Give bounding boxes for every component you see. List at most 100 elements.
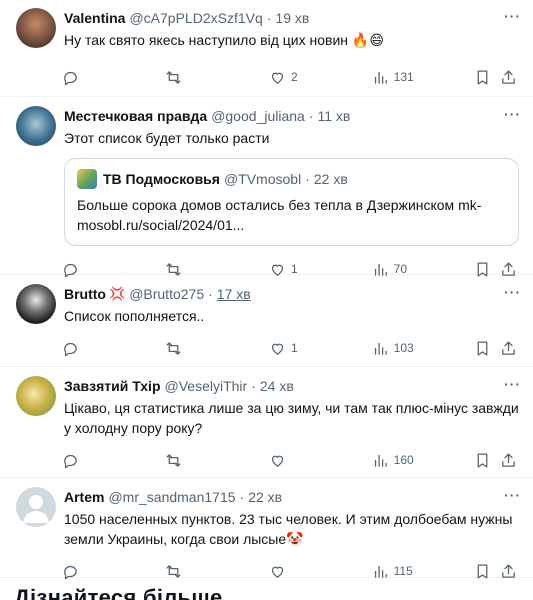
more-options-button[interactable]: ··· [504,487,521,503]
author-handle[interactable]: @good_juliana [211,108,305,124]
reply-post[interactable]: Artem @mr_sandman1715 · 22 хв 1050 насел… [0,478,533,580]
repost-button[interactable] [165,69,269,86]
repost-icon [166,341,181,355]
separator-dot: · [239,489,245,505]
like-button[interactable] [269,563,372,580]
bookmark-icon [477,452,488,468]
reply-post[interactable]: Местечковая правда @good_juliana · 11 хв… [0,97,533,277]
separator-dot: · [266,10,272,26]
repost-icon [166,453,181,467]
share-button[interactable] [500,69,519,86]
bookmark-button[interactable] [474,452,500,469]
view-count: 70 [393,262,407,276]
share-icon [502,340,516,355]
reply-post[interactable]: Valentina @cA7pPLD2xSzf1Vq · 19 хв Ну та… [0,0,533,97]
author-handle[interactable]: @cA7pPLD2xSzf1Vq [129,10,262,26]
reply-button[interactable] [62,563,165,580]
post-text: 1050 населенных пунктов. 23 тыс человек.… [64,511,513,547]
quoted-post[interactable]: ТВ Подмосковья @TVmosobl · 22 хв Больше … [64,158,519,246]
like-count: 1 [291,262,298,276]
more-options-button[interactable]: ··· [504,106,521,122]
like-button[interactable]: 2 [269,69,372,86]
view-count: 103 [393,341,414,355]
avatar[interactable] [16,106,56,146]
reply-icon [64,342,77,356]
reply-button[interactable] [62,452,165,469]
views-icon [374,71,387,84]
more-options-button[interactable]: ··· [504,8,521,24]
share-icon [502,452,516,467]
bookmark-icon [477,563,488,579]
anger-symbol-icon: 💢 [109,286,126,301]
avatar[interactable] [16,8,56,48]
share-icon [502,69,516,84]
avatar[interactable] [16,376,56,416]
views-icon [374,342,387,355]
post-time[interactable]: 22 хв [248,489,282,505]
post-text: Цікаво, ця статистика лише за цю зиму, ч… [64,400,519,436]
quoted-author-name: ТВ Подмосковья [103,171,220,187]
separator-dot: · [208,286,213,302]
post-time[interactable]: 24 хв [260,378,294,394]
reply-button[interactable] [62,340,165,357]
post-time[interactable]: 19 хв [275,10,309,26]
post-text: Этот список будет только расти [64,130,270,146]
separator-dot: · [251,378,256,394]
heart-icon [271,72,284,84]
post-text: Ну так свято якесь наступило від цих нов… [64,32,384,48]
author-name[interactable]: Завзятий Тхір [64,378,161,394]
bookmark-button[interactable] [474,69,500,86]
views-button[interactable]: 115 [372,563,475,580]
quoted-post-time: 22 хв [313,171,348,187]
reply-post[interactable]: Brutto 💢 @Brutto275 · 17 хв Список попол… [0,275,533,367]
author-name[interactable]: Brutto [64,286,106,302]
reply-icon [64,454,77,468]
view-count: 131 [393,70,414,84]
reply-feed: Valentina @cA7pPLD2xSzf1Vq · 19 хв Ну та… [0,0,533,600]
repost-icon [166,564,181,578]
quoted-author-handle: @TVmosobl [223,171,302,187]
bookmark-button[interactable] [474,340,500,357]
heart-icon [271,455,284,467]
section-heading: Дізнайтеся більше [14,585,223,600]
quoted-avatar [77,169,97,189]
reply-button[interactable] [62,69,165,86]
more-options-button[interactable]: ··· [504,376,521,392]
like-button[interactable]: 1 [269,340,372,357]
avatar[interactable] [16,284,56,324]
like-count: 2 [291,70,298,84]
author-handle[interactable]: @VeselyiThir [165,378,248,394]
repost-button[interactable] [165,340,269,357]
default-avatar[interactable] [16,487,56,527]
author-handle[interactable]: @mr_sandman1715 [108,489,235,505]
author-name[interactable]: Местечковая правда [64,108,207,124]
views-button[interactable]: 160 [372,452,475,469]
post-time[interactable]: 17 хв [217,286,251,302]
bookmark-icon [477,69,488,85]
reply-post[interactable]: Завзятий Тхір @VeselyiThir · 24 хв Цікав… [0,367,533,478]
bookmark-button[interactable] [474,563,500,580]
post-time[interactable]: 11 хв [317,108,350,124]
author-handle[interactable]: @Brutto275 [129,286,204,302]
views-icon [374,565,387,578]
share-icon [502,563,516,578]
views-button[interactable]: 103 [372,340,475,357]
views-button[interactable]: 131 [372,69,475,86]
author-name[interactable]: Valentina [64,10,125,26]
repost-button[interactable] [165,452,269,469]
share-button[interactable] [500,563,519,580]
views-icon [374,454,387,467]
like-count: 1 [291,341,298,355]
view-count: 160 [393,453,414,467]
bookmark-icon [477,340,488,356]
reply-icon [64,565,77,579]
author-name[interactable]: Artem [64,489,104,505]
like-button[interactable] [269,452,372,469]
repost-button[interactable] [165,563,269,580]
share-button[interactable] [500,452,519,469]
separator-dot: · [308,108,314,124]
quoted-text: Больше сорока домов остались без тепла в… [77,197,482,233]
more-options-button[interactable]: ··· [504,284,521,300]
share-button[interactable] [500,340,519,357]
post-text: Список пополняется.. [64,308,205,324]
